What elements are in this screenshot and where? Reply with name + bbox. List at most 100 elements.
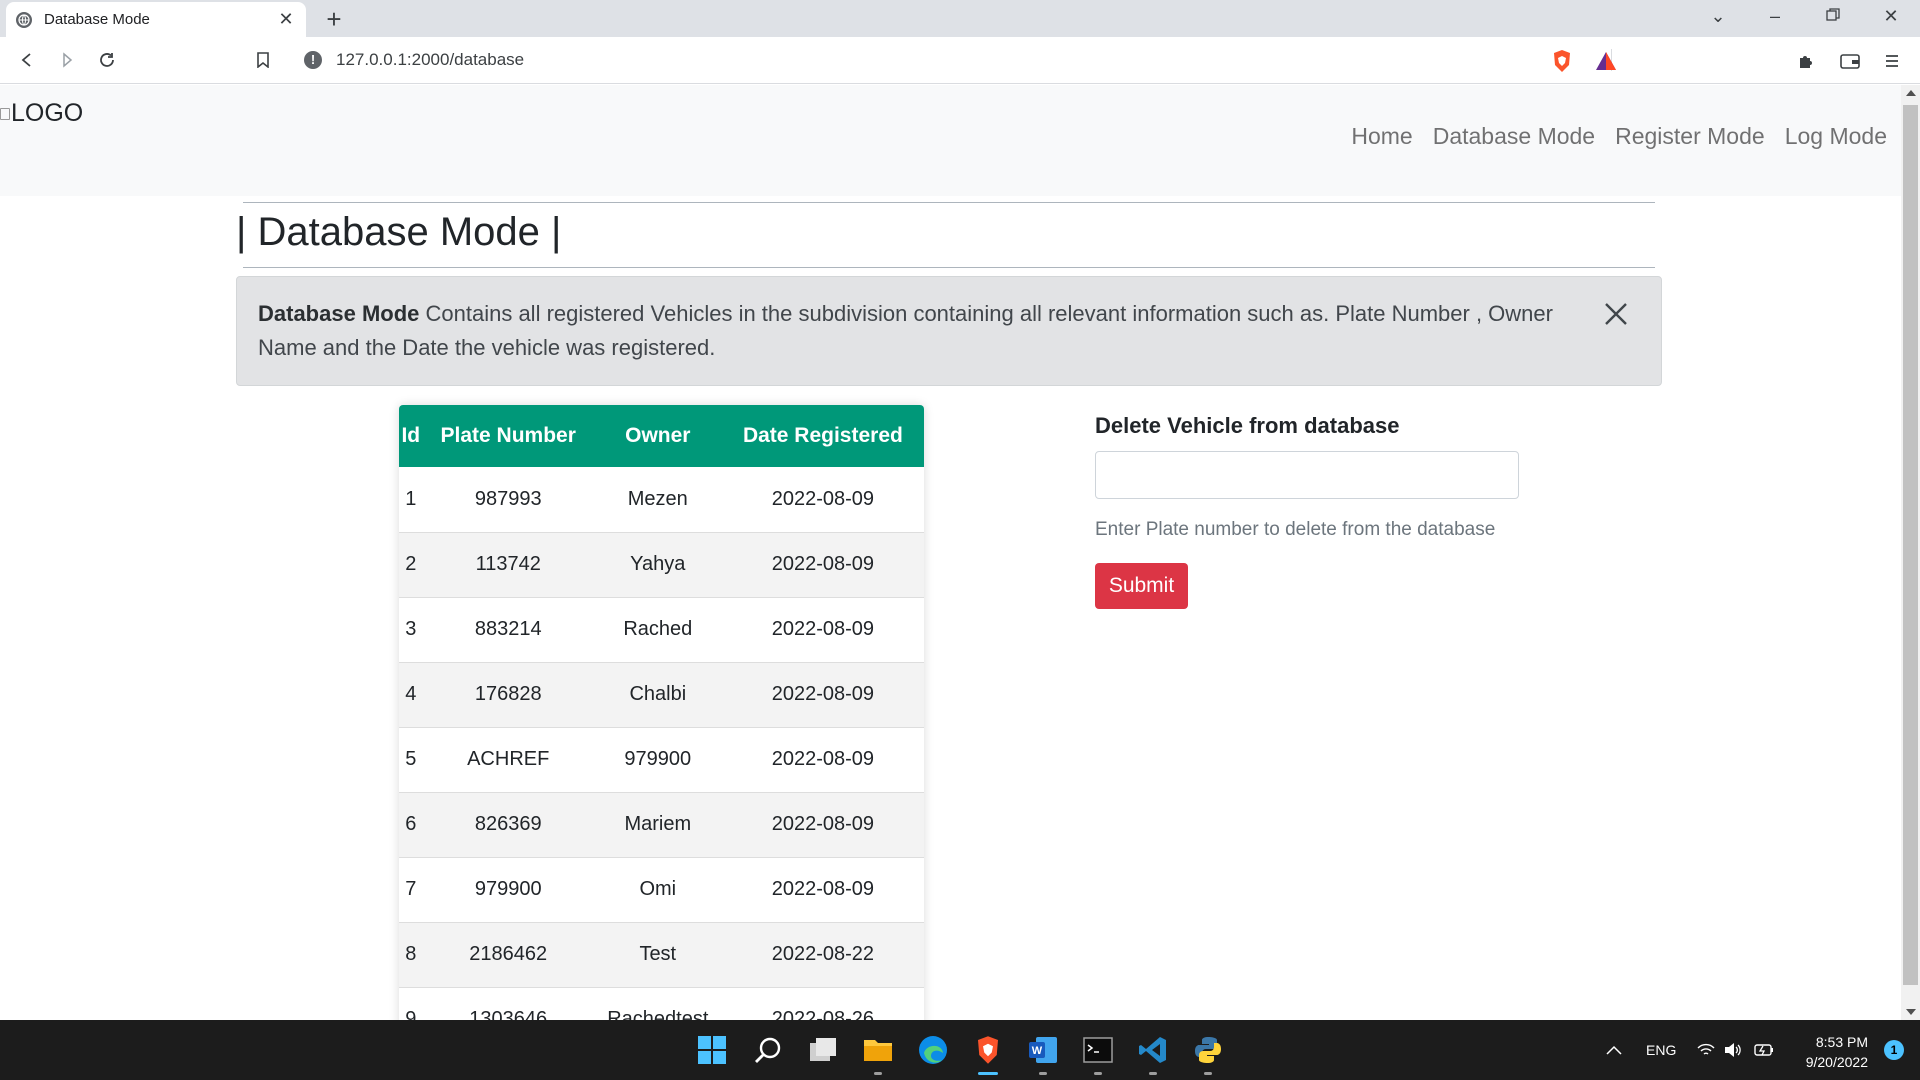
heading-top-rule <box>243 202 1655 203</box>
scrollbar-thumb[interactable] <box>1903 105 1918 985</box>
tab-search-icon[interactable]: ⌄ <box>1703 6 1733 27</box>
alert-strong-text: Database Mode <box>258 301 420 326</box>
show-hidden-icons-icon[interactable] <box>1606 1020 1622 1080</box>
alert-text: Contains all registered Vehicles in the … <box>258 301 1553 360</box>
cell-owner: 979900 <box>593 727 722 793</box>
brave-shields-icon[interactable] <box>1550 49 1574 73</box>
wifi-icon[interactable] <box>1697 1020 1715 1080</box>
task-view-icon[interactable] <box>807 1034 839 1066</box>
tab-close-icon[interactable]: ✕ <box>276 9 296 30</box>
cell-id: 1 <box>399 467 423 533</box>
table-row: 6 826369 Mariem 2022-08-09 <box>399 792 924 858</box>
column-header-owner: Owner <box>593 405 722 467</box>
table-row: 4 176828 Chalbi 2022-08-09 <box>399 662 924 728</box>
restore-button[interactable] <box>1818 6 1848 27</box>
cell-date-registered: 2022-08-09 <box>721 662 924 728</box>
column-header-plate-number: Plate Number <box>422 405 594 467</box>
cell-owner: Chalbi <box>593 662 722 728</box>
minimize-button[interactable]: – <box>1760 6 1790 27</box>
column-header-date-registered: Date Registered <box>721 405 924 467</box>
site-info-icon[interactable]: ! <box>304 51 322 69</box>
logo-alt-text: LOGO <box>11 99 84 127</box>
terminal-icon[interactable] <box>1082 1034 1114 1066</box>
vscode-icon[interactable] <box>1137 1034 1169 1066</box>
terminal-running-indicator <box>1094 1072 1102 1075</box>
cell-plate-number: 883214 <box>422 597 594 663</box>
info-alert: Database Mode Contains all registered Ve… <box>236 276 1662 386</box>
browser-tab[interactable]: Database Mode ✕ <box>6 2 306 37</box>
cell-date-registered: 2022-08-22 <box>721 922 924 988</box>
battery-icon[interactable] <box>1754 1020 1774 1080</box>
brave-rewards-icon[interactable] <box>1594 49 1618 73</box>
cell-owner: Mezen <box>593 467 722 533</box>
cell-id: 2 <box>399 532 423 598</box>
wallet-icon[interactable] <box>1838 49 1862 73</box>
file-explorer-icon[interactable] <box>862 1034 894 1066</box>
volume-icon[interactable] <box>1724 1020 1742 1080</box>
nav-link-log-mode[interactable]: Log Mode <box>1775 123 1897 150</box>
submit-button[interactable]: Submit <box>1095 563 1188 609</box>
delete-vehicle-label: Delete Vehicle from database <box>1095 413 1400 438</box>
scroll-up-icon[interactable] <box>1906 90 1916 96</box>
delete-vehicle-form: Delete Vehicle from database Enter Plate… <box>1095 413 1519 609</box>
taskbar-clock[interactable]: 8:53 PM 9/20/2022 <box>1806 1032 1868 1072</box>
cell-owner: Rachedtest <box>593 987 722 1020</box>
table-header-row: Id Plate Number Owner Date Registered <box>399 405 924 467</box>
brave-icon[interactable] <box>972 1034 1004 1066</box>
input-language[interactable]: ENG <box>1646 1020 1676 1080</box>
table-row: 5 ACHREF 979900 2022-08-09 <box>399 727 924 793</box>
browser-tab-strip: Database Mode ✕ + ⌄ – ✕ <box>0 0 1920 37</box>
browser-toolbar: ! 127.0.0.1:2000/database <box>0 37 1920 84</box>
scroll-down-icon[interactable] <box>1906 1009 1916 1015</box>
address-bar[interactable]: ! 127.0.0.1:2000/database <box>292 43 1630 77</box>
svg-text:W: W <box>1032 1045 1043 1057</box>
alert-close-icon[interactable] <box>1601 299 1631 329</box>
cell-id: 7 <box>399 857 423 923</box>
table-row: 8 2186462 Test 2022-08-22 <box>399 922 924 988</box>
clock-time: 8:53 PM <box>1815 1034 1868 1050</box>
windows-start-icon[interactable] <box>696 1034 728 1066</box>
cell-owner: Test <box>593 922 722 988</box>
close-window-button[interactable]: ✕ <box>1876 6 1906 27</box>
cell-plate-number: 826369 <box>422 792 594 858</box>
python-icon[interactable] <box>1192 1034 1224 1066</box>
vehicles-table-container: Id Plate Number Owner Date Registered 1 … <box>399 405 924 1020</box>
nav-link-database-mode[interactable]: Database Mode <box>1423 123 1605 150</box>
cell-plate-number: 2186462 <box>422 922 594 988</box>
page-scrollbar[interactable] <box>1901 85 1920 1020</box>
url-text[interactable]: 127.0.0.1:2000/database <box>336 50 1611 70</box>
cell-owner: Rached <box>593 597 722 663</box>
table-row: 3 883214 Rached 2022-08-09 <box>399 597 924 663</box>
logo[interactable]: LOGO <box>0 99 83 128</box>
cell-id: 8 <box>399 922 423 988</box>
cell-owner: Omi <box>593 857 722 923</box>
cell-owner: Yahya <box>593 532 722 598</box>
plate-number-input[interactable] <box>1095 451 1519 499</box>
back-icon[interactable] <box>14 47 40 73</box>
page-viewport: LOGO Home Database Mode Register Mode Lo… <box>0 85 1901 1020</box>
cell-date-registered: 2022-08-09 <box>721 792 924 858</box>
plate-number-help-text: Enter Plate number to delete from the da… <box>1095 519 1496 540</box>
extensions-icon[interactable] <box>1795 49 1819 73</box>
forward-icon[interactable] <box>54 47 80 73</box>
vscode-running-indicator <box>1149 1072 1157 1075</box>
cell-date-registered: 2022-08-26 <box>721 987 924 1020</box>
nav-link-register-mode[interactable]: Register Mode <box>1605 123 1775 150</box>
edge-icon[interactable] <box>917 1034 949 1066</box>
cell-date-registered: 2022-08-09 <box>721 467 924 533</box>
notification-badge[interactable]: 1 <box>1884 1040 1904 1060</box>
cell-id: 6 <box>399 792 423 858</box>
reload-icon[interactable] <box>94 47 120 73</box>
clock-date: 9/20/2022 <box>1805 1054 1868 1070</box>
word-icon[interactable]: W <box>1027 1034 1059 1066</box>
menu-icon[interactable] <box>1880 49 1904 73</box>
bookmark-icon[interactable] <box>250 47 276 73</box>
brave-active-indicator <box>978 1072 998 1075</box>
cell-plate-number: 113742 <box>422 532 594 598</box>
nav-link-home[interactable]: Home <box>1341 123 1422 150</box>
table-row: 2 113742 Yahya 2022-08-09 <box>399 532 924 598</box>
site-navbar: LOGO Home Database Mode Register Mode Lo… <box>0 85 1901 196</box>
search-icon[interactable] <box>752 1034 784 1066</box>
windows-taskbar: W ENG 8:53 PM 9/20/2022 1 <box>0 1020 1920 1080</box>
new-tab-button[interactable]: + <box>320 4 348 35</box>
